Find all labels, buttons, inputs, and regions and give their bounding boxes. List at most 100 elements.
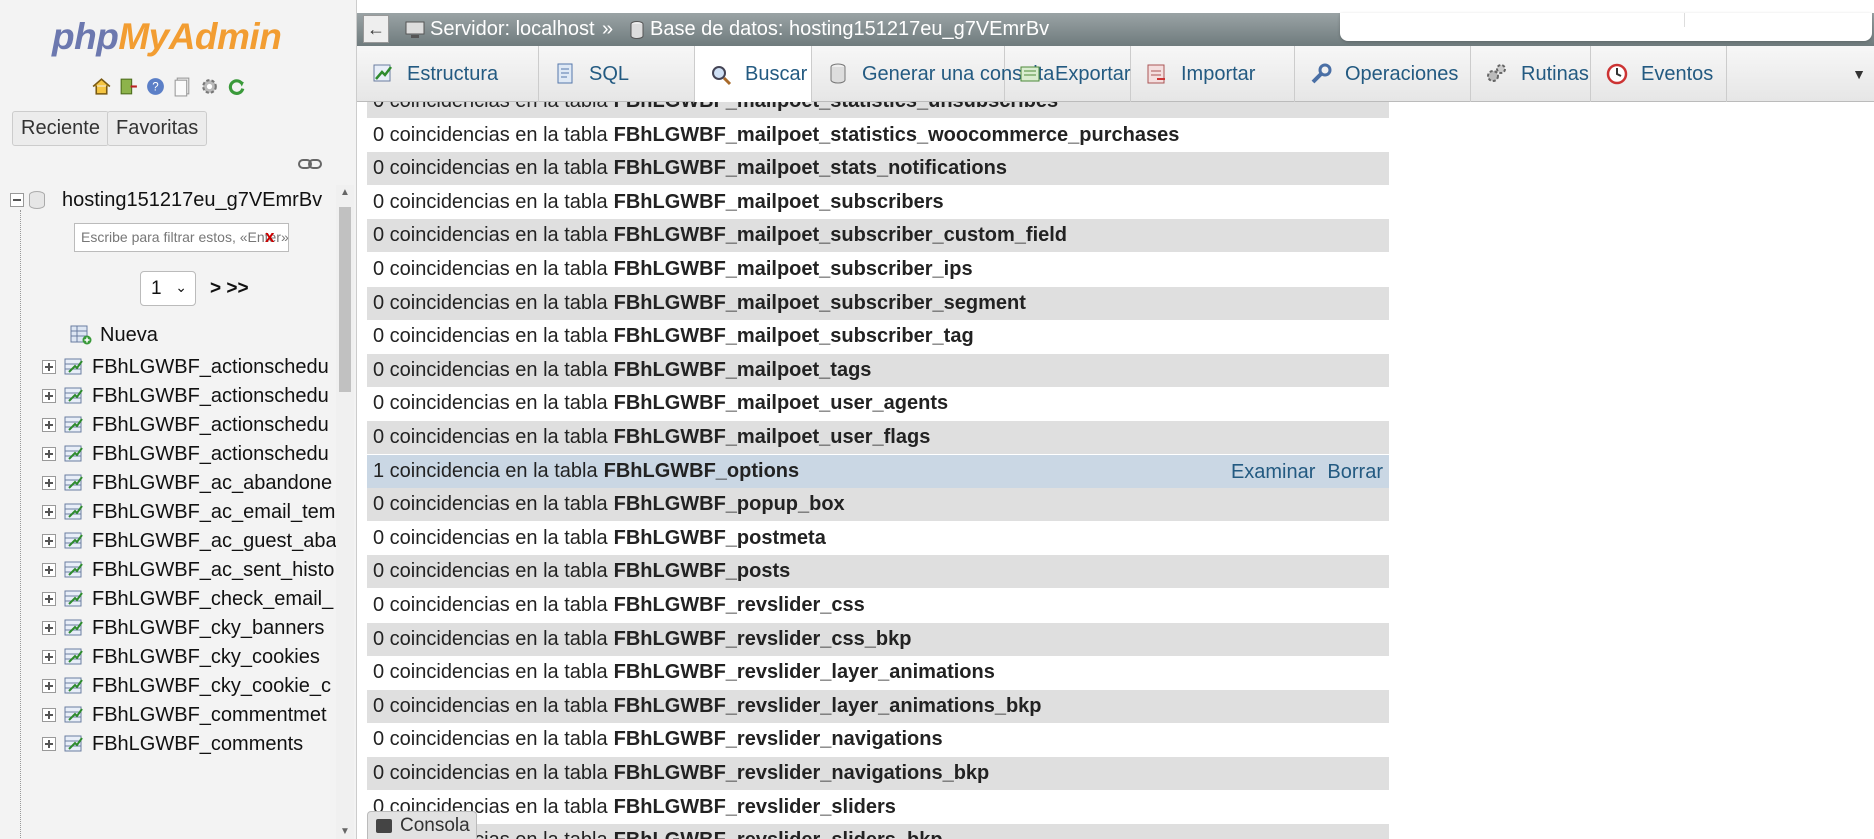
tab-sql[interactable]: SQL (539, 46, 695, 102)
tab-eventos[interactable]: Eventos (1591, 46, 1727, 102)
expand-icon[interactable] (42, 534, 56, 548)
table-name: FBhLGWBF_mailpoet_subscriber_tag (613, 325, 974, 347)
expand-icon[interactable] (42, 418, 56, 432)
result-row: 0 coincidencias en la tablaFBhLGWBF_mail… (367, 320, 1389, 353)
table-name: FBhLGWBF_mailpoet_subscriber_custom_fiel… (613, 224, 1068, 246)
sidebar-table-item[interactable]: FBhLGWBF_ac_guest_aba (42, 526, 337, 556)
result-row: 0 coincidencias en la tablaFBhLGWBF_mail… (367, 219, 1389, 252)
reload-icon[interactable] (225, 75, 248, 98)
table-name: FBhLGWBF_postmeta (613, 527, 826, 549)
table-icon (64, 735, 83, 752)
tab-label: Estructura (407, 62, 499, 85)
sidebar-table-item[interactable]: FBhLGWBF_actionschedu (42, 381, 329, 411)
result-row: 0 coincidencias en la tabla FBhLGWBF_post… (367, 555, 1389, 588)
result-row: 0 coincidencias en la tablaFBhLGWBF_mail… (367, 354, 1389, 387)
routines-icon (1485, 62, 1509, 86)
more-tabs-chevron-icon[interactable]: ▼ (1844, 46, 1874, 102)
sidebar-table-item[interactable]: FBhLGWBF_cky_banners (42, 613, 324, 643)
match-count-text: 0 coincidencias en la tabla (373, 392, 608, 414)
tab-generar-una-consulta[interactable]: Generar una consulta (812, 46, 1054, 102)
database-name[interactable]: hosting151217eu_g7VEmrBv (62, 189, 322, 212)
table-name: FBhLGWBF_mailpoet_stats_notifications (613, 157, 1007, 179)
collapse-up-icon[interactable]: ⌅ (1846, 21, 1864, 37)
logo-php-text: php (52, 16, 119, 57)
sidebar-table-item[interactable]: FBhLGWBF_commentmet (42, 700, 327, 730)
tab-exportar[interactable]: Exportar (1005, 46, 1131, 102)
popup-divider (1684, 13, 1685, 27)
expand-icon[interactable] (42, 476, 56, 490)
scroll-up-icon[interactable]: ▲ (340, 187, 350, 198)
table-icon (64, 445, 83, 462)
table-icon (64, 416, 83, 433)
collapse-sidebar-arrow-icon[interactable]: ← (363, 15, 389, 43)
sidebar-table-label: FBhLGWBF_cky_banners (92, 616, 325, 639)
home-icon[interactable] (90, 75, 113, 98)
sidebar-table-label: FBhLGWBF_actionschedu (92, 442, 329, 465)
favorites-tab[interactable]: Favoritas (107, 111, 208, 146)
table-icon (64, 358, 83, 375)
tab-label: Importar (1181, 62, 1256, 85)
expand-icon[interactable] (42, 360, 56, 374)
result-row: 0 coincidencias en la tablaFBhLGWBF_revs… (367, 791, 1389, 824)
table-name: FBhLGWBF_options (603, 460, 800, 482)
breadcrumb-server[interactable]: Servidor: localhost (405, 18, 595, 41)
scrollbar-thumb[interactable] (339, 207, 351, 392)
expand-icon[interactable] (42, 737, 56, 751)
sidebar-table-item[interactable]: FBhLGWBF_cky_cookies (42, 642, 320, 672)
sidebar-table-label: FBhLGWBF_cky_cookie_c (92, 674, 331, 697)
expand-icon[interactable] (42, 592, 56, 606)
table-name: FBhLGWBF_revslider_navigations (613, 728, 943, 750)
tab-operaciones[interactable]: Operaciones (1295, 46, 1471, 102)
sidebar-table-item[interactable]: FBhLGWBF_comments (42, 729, 303, 759)
sidebar-table-item[interactable]: FBhLGWBF_check_email_ (42, 584, 333, 614)
table-filter-input[interactable]: Escribe para filtrar estos, «Enter» para… (74, 223, 289, 252)
sidebar-table-item[interactable]: FBhLGWBF_actionschedu (42, 439, 329, 469)
sidebar-table-item[interactable]: FBhLGWBF_actionschedu (42, 410, 329, 440)
sidebar-table-label: FBhLGWBF_actionschedu (92, 355, 329, 378)
scroll-down-icon[interactable]: ▼ (340, 826, 350, 837)
sidebar-table-item[interactable]: FBhLGWBF_cky_cookie_c (42, 671, 331, 701)
sidebar-table-item[interactable]: FBhLGWBF_ac_sent_histo (42, 555, 334, 585)
settings-gear-icon[interactable] (198, 75, 221, 98)
link-chain-icon[interactable] (298, 157, 322, 171)
database-node[interactable]: hosting151217eu_g7VEmrBv (10, 185, 322, 215)
delete-link[interactable]: Borrar (1327, 461, 1383, 484)
expand-icon[interactable] (42, 563, 56, 577)
phpmyadmin-logo[interactable]: phpMyAdmin (52, 16, 282, 58)
new-table-item[interactable]: Nueva (70, 320, 158, 350)
expand-icon[interactable] (42, 650, 56, 664)
tab-rutinas[interactable]: Rutinas (1471, 46, 1591, 102)
expand-icon[interactable] (42, 621, 56, 635)
docs-icon[interactable] (171, 75, 194, 98)
expand-icon[interactable] (42, 679, 56, 693)
breadcrumb-database[interactable]: Base de datos: hosting151217eu_g7VEmrBv (629, 18, 1049, 41)
match-count-text: 0 coincidencias en la tabla (373, 292, 608, 314)
sidebar-table-item[interactable]: FBhLGWBF_ac_email_tem (42, 497, 335, 527)
result-row: 0 coincidencias en la tablaFBhLGWBF_revs… (367, 690, 1389, 723)
logout-icon[interactable] (117, 75, 140, 98)
sidebar-table-item[interactable]: FBhLGWBF_ac_abandone (42, 468, 332, 498)
expand-icon[interactable] (42, 708, 56, 722)
collapse-icon[interactable] (10, 193, 24, 207)
result-row: 0 coincidencias en la tablaFBhLGWBF_revs… (367, 824, 1389, 839)
recent-tab[interactable]: Reciente (12, 111, 109, 146)
expand-icon[interactable] (42, 447, 56, 461)
expand-icon[interactable] (42, 389, 56, 403)
page-select[interactable]: 1 ⌄ (140, 271, 196, 306)
next-page-link[interactable]: > >> (210, 278, 249, 300)
clear-filter-icon[interactable]: x (265, 227, 274, 247)
tab-buscar[interactable]: Buscar (695, 46, 812, 103)
tab-importar[interactable]: Importar (1131, 46, 1295, 102)
table-icon (64, 677, 83, 694)
match-count-text: 0 coincidencias en la tabla (373, 224, 608, 246)
sidebar-table-label: FBhLGWBF_commentmet (92, 703, 327, 726)
browse-link[interactable]: Examinar (1231, 461, 1315, 484)
sidebar-scrollbar[interactable]: ▲ ▼ (336, 185, 354, 839)
expand-icon[interactable] (42, 505, 56, 519)
table-name: FBhLGWBF_revslider_layer_animations_bkp (613, 695, 1042, 717)
console-toggle[interactable]: Consola (367, 811, 477, 839)
help-icon[interactable]: ? (144, 75, 167, 98)
sidebar-table-item[interactable]: FBhLGWBF_actionschedu (42, 352, 329, 382)
result-row: 0 coincidencias en la tablaFBhLGWBF_revs… (367, 623, 1389, 656)
tab-estructura[interactable]: Estructura (357, 46, 539, 102)
